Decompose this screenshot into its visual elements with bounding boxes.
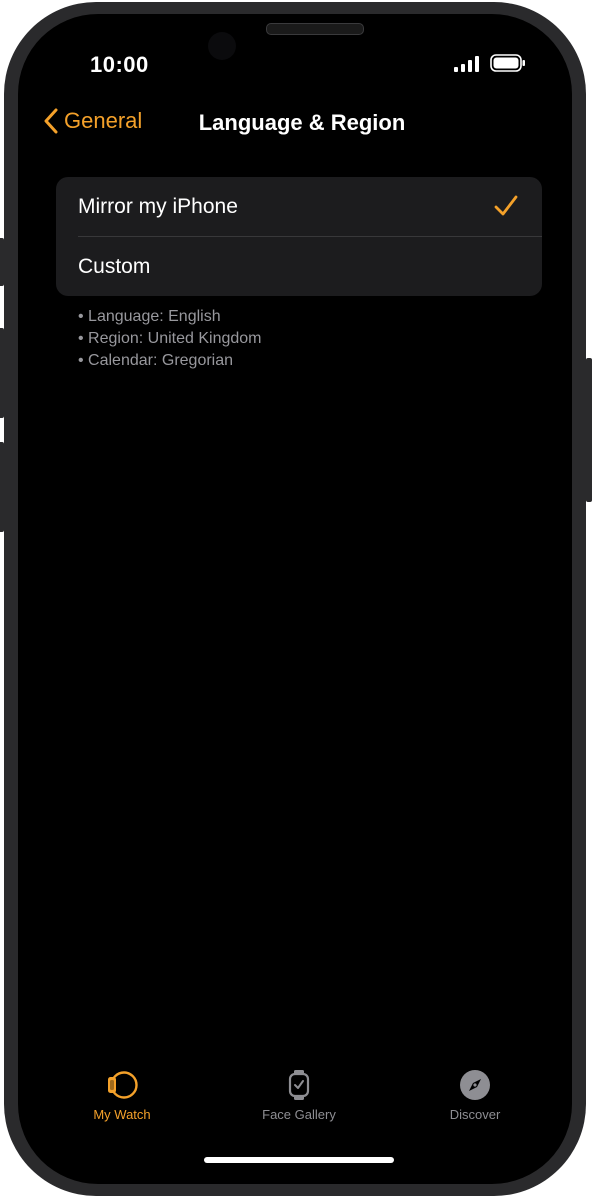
watch-icon xyxy=(108,1071,138,1099)
tab-face-gallery[interactable]: Face Gallery xyxy=(219,1069,379,1122)
page-title: Language & Region xyxy=(198,110,406,135)
detail-region: • Region: United Kingdom xyxy=(78,330,262,347)
tab-discover[interactable]: Discover xyxy=(395,1069,555,1122)
face-gallery-icon xyxy=(288,1070,310,1100)
detail-calendar: • Calendar: Gregorian xyxy=(78,352,234,369)
power-button xyxy=(586,358,592,502)
speaker-grille xyxy=(266,23,364,35)
detail-language: • Language: English xyxy=(78,308,221,325)
option-custom[interactable]: Custom xyxy=(56,237,542,296)
status-time: 10:00 xyxy=(90,52,149,77)
settings-summary: • Language: English • Region: United Kin… xyxy=(78,306,261,372)
option-mirror-my-iphone[interactable]: Mirror my iPhone xyxy=(56,177,542,236)
cellular-signal-icon xyxy=(454,56,479,72)
phone-frame: 10:00 General Language & Region Mirror m… xyxy=(0,2,592,1196)
volume-up-button xyxy=(0,328,4,418)
tab-label: My Watch xyxy=(93,1107,151,1122)
front-camera xyxy=(208,32,236,60)
tab-label: Face Gallery xyxy=(262,1107,336,1122)
battery-icon xyxy=(490,54,525,72)
checkmark-icon xyxy=(494,195,518,216)
action-button xyxy=(0,238,4,286)
compass-icon xyxy=(460,1070,490,1100)
language-option-group: Mirror my iPhone Custom xyxy=(56,177,542,296)
tab-label: Discover xyxy=(449,1107,501,1122)
volume-down-button xyxy=(0,442,4,532)
tab-my-watch[interactable]: My Watch xyxy=(42,1069,202,1122)
option-label: Mirror my iPhone xyxy=(78,194,238,218)
option-label: Custom xyxy=(78,254,151,278)
tab-bar: My Watch Face Gallery Discover xyxy=(18,1069,572,1129)
home-indicator[interactable] xyxy=(204,1157,394,1163)
screen: 10:00 General Language & Region Mirror m… xyxy=(18,14,572,1184)
